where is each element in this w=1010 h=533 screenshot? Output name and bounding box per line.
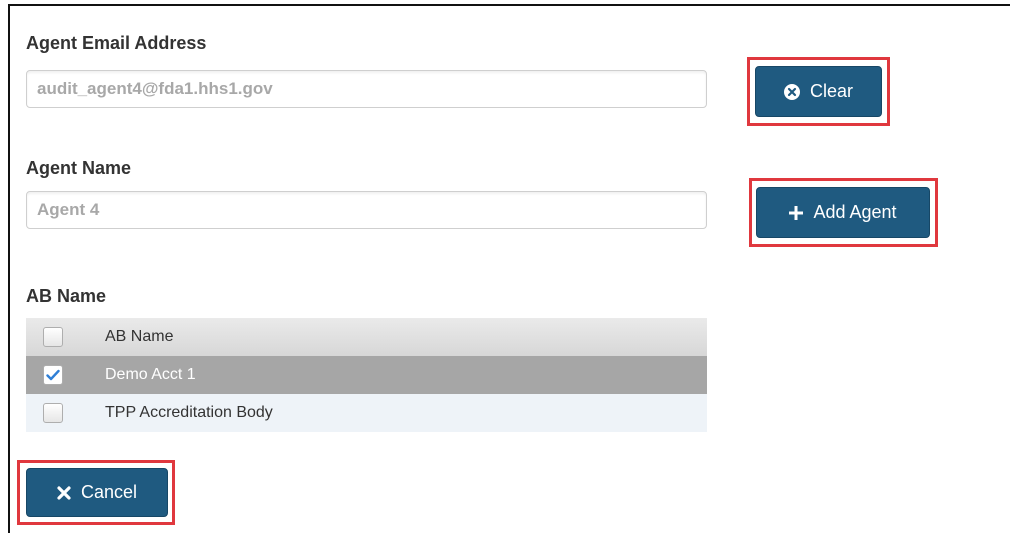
row-checkbox[interactable] (43, 365, 63, 385)
table-row[interactable]: Demo Acct 1 (26, 356, 707, 394)
add-agent-button[interactable]: Add Agent (756, 187, 930, 238)
select-all-checkbox[interactable] (43, 327, 63, 347)
ab-name-label: AB Name (26, 286, 107, 306)
email-label: Agent Email Address (26, 33, 207, 53)
table-header-row: AB Name (26, 318, 707, 356)
cancel-button-label: Cancel (80, 482, 138, 502)
clear-button[interactable]: Clear (755, 66, 882, 117)
table-header-ab-name: AB Name (105, 328, 174, 345)
circle-x-icon (783, 83, 800, 100)
cancel-button[interactable]: Cancel (26, 468, 168, 517)
frame-border-left (8, 4, 10, 533)
clear-button-label: Clear (809, 81, 853, 101)
agent-name-field[interactable] (26, 191, 707, 229)
x-icon (57, 485, 71, 500)
email-field[interactable] (26, 70, 707, 108)
checkmark-icon (46, 369, 60, 381)
frame-border-top (8, 4, 1010, 6)
row-checkbox[interactable] (43, 403, 63, 423)
table-cell-ab-name: Demo Acct 1 (105, 366, 196, 383)
add-agent-button-label: Add Agent (813, 202, 897, 222)
plus-icon (789, 205, 804, 220)
table-cell-ab-name: TPP Accreditation Body (105, 404, 273, 421)
ab-name-table: AB Name Demo Acct 1 TPP Accreditation Bo… (26, 318, 707, 432)
name-label: Agent Name (26, 158, 132, 178)
table-row[interactable]: TPP Accreditation Body (26, 394, 707, 432)
